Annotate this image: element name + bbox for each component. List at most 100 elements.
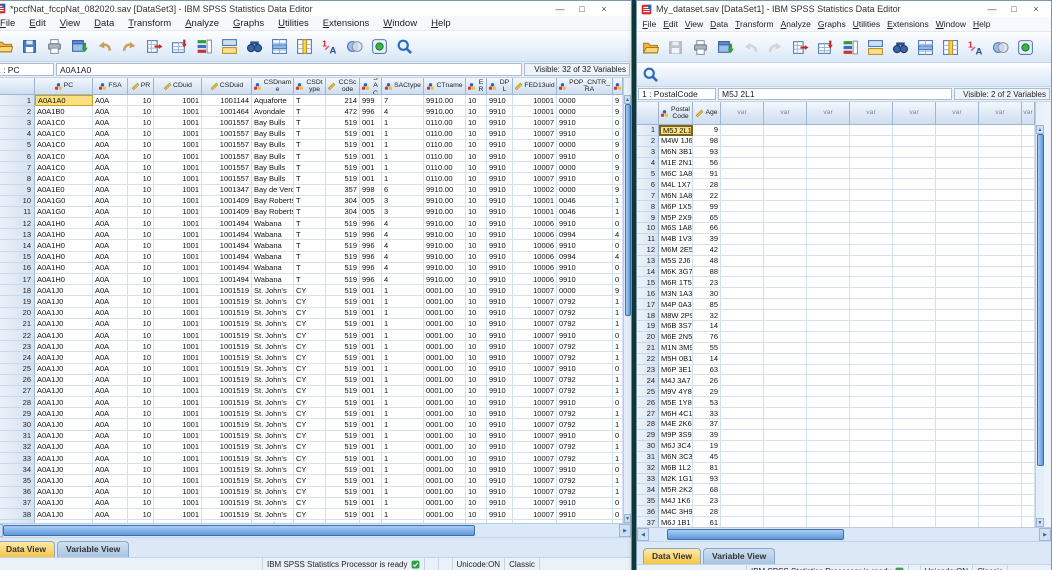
- cell[interactable]: 1001: [154, 128, 202, 140]
- cell[interactable]: [850, 419, 893, 430]
- cell[interactable]: [1022, 429, 1035, 441]
- cell[interactable]: [893, 135, 936, 147]
- cell[interactable]: 68: [693, 484, 721, 496]
- row-number[interactable]: 23: [637, 364, 659, 376]
- cell[interactable]: M1N 3M9: [659, 342, 693, 354]
- value-labels-button[interactable]: 1A: [963, 36, 987, 59]
- cell[interactable]: [936, 386, 979, 398]
- cell[interactable]: 1: [382, 352, 424, 364]
- cell[interactable]: [764, 190, 807, 202]
- row-number[interactable]: 30: [637, 440, 659, 452]
- cell[interactable]: A0A1J0: [35, 296, 93, 308]
- column-header-extra[interactable]: [613, 78, 623, 95]
- cell[interactable]: 9910: [487, 341, 513, 353]
- cell[interactable]: 1: [382, 363, 424, 375]
- cell[interactable]: 0792: [557, 352, 613, 364]
- cell[interactable]: 001: [360, 341, 382, 353]
- cell[interactable]: 10: [128, 274, 154, 286]
- cell[interactable]: 10: [128, 229, 154, 241]
- cell[interactable]: 1: [382, 508, 424, 521]
- goto-variable-button[interactable]: [167, 35, 191, 58]
- cell[interactable]: M6M 2E5: [659, 244, 693, 256]
- cell[interactable]: 519: [326, 397, 360, 409]
- cell[interactable]: 996: [360, 240, 382, 252]
- cell[interactable]: 1: [613, 408, 623, 420]
- cell[interactable]: T: [294, 139, 326, 151]
- cell[interactable]: 1: [382, 419, 424, 431]
- cell[interactable]: [850, 342, 893, 354]
- cell[interactable]: [807, 310, 850, 322]
- cell[interactable]: M6N 1A8: [659, 190, 693, 202]
- cell[interactable]: 0001.00: [424, 318, 466, 330]
- cell[interactable]: 001: [360, 173, 382, 185]
- cell[interactable]: 9910: [557, 117, 613, 129]
- cell[interactable]: 005: [360, 206, 382, 219]
- row-number[interactable]: 30: [0, 419, 35, 431]
- cell[interactable]: [807, 484, 850, 496]
- row-number[interactable]: 21: [637, 342, 659, 354]
- cell[interactable]: [979, 506, 1022, 518]
- cell[interactable]: [936, 277, 979, 289]
- find-button[interactable]: [888, 36, 912, 59]
- row-number[interactable]: 7: [0, 162, 35, 174]
- cell[interactable]: CY: [294, 307, 326, 319]
- cell[interactable]: 10: [128, 419, 154, 431]
- cell[interactable]: [1022, 168, 1035, 180]
- cell[interactable]: 76: [693, 331, 721, 343]
- cell[interactable]: 0000: [557, 139, 613, 151]
- cell[interactable]: [764, 157, 807, 169]
- cell[interactable]: 996: [360, 106, 382, 118]
- cell[interactable]: St. John's: [252, 307, 294, 319]
- cell[interactable]: A0A: [93, 374, 128, 386]
- cell[interactable]: 9910: [487, 150, 513, 163]
- cell[interactable]: [893, 397, 936, 409]
- cell[interactable]: 39: [693, 429, 721, 441]
- cell[interactable]: St. John's: [252, 408, 294, 420]
- cell[interactable]: 001: [360, 497, 382, 509]
- cell[interactable]: [893, 375, 936, 387]
- cell[interactable]: [721, 135, 764, 147]
- cell[interactable]: [721, 375, 764, 387]
- cell[interactable]: 10: [128, 184, 154, 196]
- cell[interactable]: CY: [294, 441, 326, 453]
- row-number[interactable]: 5: [637, 168, 659, 180]
- cell[interactable]: 0110.00: [424, 150, 466, 163]
- row-number[interactable]: 9: [0, 184, 35, 196]
- cell[interactable]: [721, 233, 764, 245]
- cell[interactable]: CY: [294, 385, 326, 398]
- cell[interactable]: CY: [294, 363, 326, 375]
- cell[interactable]: CY: [294, 397, 326, 409]
- cell[interactable]: 9910: [557, 497, 613, 509]
- cell[interactable]: [1022, 353, 1035, 365]
- cell[interactable]: [1022, 506, 1035, 518]
- cell[interactable]: 1001: [154, 497, 202, 509]
- cell[interactable]: [936, 495, 979, 507]
- cell[interactable]: M1E 2N1: [659, 157, 693, 169]
- cell[interactable]: [1022, 440, 1035, 452]
- cell[interactable]: [979, 440, 1022, 452]
- cell[interactable]: 10: [128, 206, 154, 219]
- menu-extensions[interactable]: Extensions: [884, 19, 933, 29]
- cell[interactable]: 91: [693, 168, 721, 180]
- menu-graphs[interactable]: Graphs: [226, 18, 271, 29]
- cell[interactable]: A0A1H0: [35, 240, 93, 252]
- cell[interactable]: 10: [128, 363, 154, 375]
- cell[interactable]: [893, 277, 936, 289]
- print-button[interactable]: [42, 35, 66, 58]
- cell[interactable]: 9: [613, 162, 623, 174]
- cell[interactable]: 0792: [557, 385, 613, 398]
- cell[interactable]: [893, 288, 936, 300]
- cell[interactable]: 19: [693, 440, 721, 452]
- cell[interactable]: 66: [693, 223, 721, 234]
- cell[interactable]: A0A1C0: [35, 117, 93, 129]
- show-all-variables-button[interactable]: [1013, 36, 1037, 59]
- cell[interactable]: 0001.00: [424, 508, 466, 521]
- cell[interactable]: 1: [613, 385, 623, 398]
- cell[interactable]: [936, 179, 979, 191]
- cell[interactable]: [893, 429, 936, 441]
- cell[interactable]: [1022, 386, 1035, 398]
- print-button[interactable]: [688, 36, 712, 59]
- cell[interactable]: 10: [466, 229, 487, 241]
- cell[interactable]: [893, 233, 936, 245]
- column-header-pc[interactable]: PC: [35, 78, 93, 95]
